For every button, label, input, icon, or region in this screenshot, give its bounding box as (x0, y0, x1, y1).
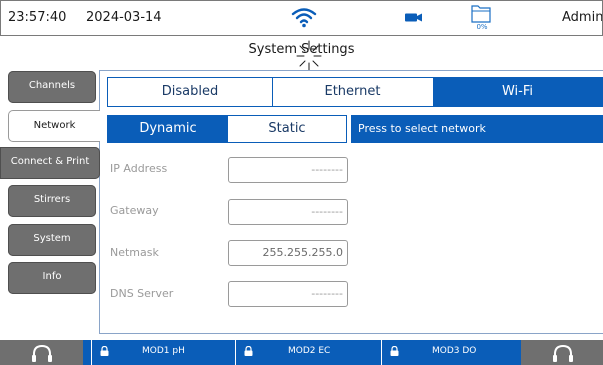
headset-button-right[interactable] (521, 340, 603, 365)
sidebar-item-label: Connect & Print (10, 156, 90, 167)
sidebar-item-label: System (33, 233, 71, 244)
clock-date: 2024-03-14 (86, 10, 162, 25)
clock-time: 23:57:40 (8, 10, 67, 25)
sidebar-item-label: Channels (28, 80, 76, 91)
sidebar-item-channels[interactable]: Channels (8, 71, 96, 103)
tab-ethernet[interactable]: Ethernet (273, 78, 432, 106)
sidebar-item-label: Info (42, 271, 62, 282)
sidebar-item-network[interactable]: Network (8, 110, 100, 142)
select-network-button[interactable]: Press to select network (351, 115, 603, 143)
netmask-label: Netmask (110, 246, 159, 259)
module-tab-3[interactable]: MOD3 DO (381, 340, 521, 365)
tab-disabled[interactable]: Disabled (108, 78, 272, 106)
ip-mode-selector: Dynamic Static (107, 115, 347, 143)
module-label: MOD2 EC (288, 346, 331, 356)
tab-dynamic[interactable]: Dynamic (108, 116, 228, 142)
sidebar-item-system[interactable]: System (8, 224, 96, 256)
gateway-label: Gateway (110, 204, 159, 217)
ip-address-field[interactable]: -------- (228, 157, 348, 183)
camera-icon (405, 13, 422, 22)
sidebar-item-stirrers[interactable]: Stirrers (8, 185, 96, 217)
sidebar-item-info[interactable]: Info (8, 262, 96, 294)
lock-icon (244, 346, 253, 356)
netmask-field[interactable]: 255.255.255.0 (228, 240, 348, 266)
tab-label: Disabled (161, 84, 219, 99)
wifi-icon (291, 8, 317, 28)
gateway-field[interactable]: -------- (228, 199, 348, 225)
sidebar-item-label: Stirrers (33, 194, 71, 205)
ip-address-label: IP Address (110, 162, 168, 175)
tab-label: Static (268, 121, 306, 136)
network-mode-selector: Disabled Ethernet Wi-Fi (107, 77, 603, 107)
sidebar-item-label: Network (33, 120, 76, 131)
lock-icon (100, 346, 109, 356)
tab-wifi[interactable]: Wi-Fi (433, 78, 602, 106)
module-tab-1[interactable]: MOD1 pH (91, 340, 235, 365)
tab-static[interactable]: Static (228, 116, 346, 142)
module-bar: MOD1 pH MOD2 EC MOD3 DO (0, 340, 603, 365)
headset-button-left[interactable] (0, 340, 83, 365)
sidebar-item-connect-print[interactable]: Connect & Print (0, 147, 100, 179)
tab-label: Wi-Fi (501, 84, 533, 99)
status-bar: 23:57:40 2024-03-14 0% Admin (0, 0, 603, 36)
user-name[interactable]: Admin (562, 10, 602, 25)
dns-server-label: DNS Server (110, 287, 174, 300)
tab-label: Dynamic (139, 121, 197, 136)
dns-server-field[interactable]: -------- (228, 281, 348, 307)
tab-label: Ethernet (324, 84, 381, 99)
headset-icon (553, 344, 573, 362)
module-label: MOD3 DO (432, 346, 477, 356)
headset-icon (32, 344, 52, 362)
module-label: MOD1 pH (142, 346, 185, 356)
module-tab-2[interactable]: MOD2 EC (235, 340, 381, 365)
network-settings-panel (99, 70, 603, 334)
lock-icon (390, 346, 399, 356)
storage-percent: 0% (476, 23, 488, 31)
